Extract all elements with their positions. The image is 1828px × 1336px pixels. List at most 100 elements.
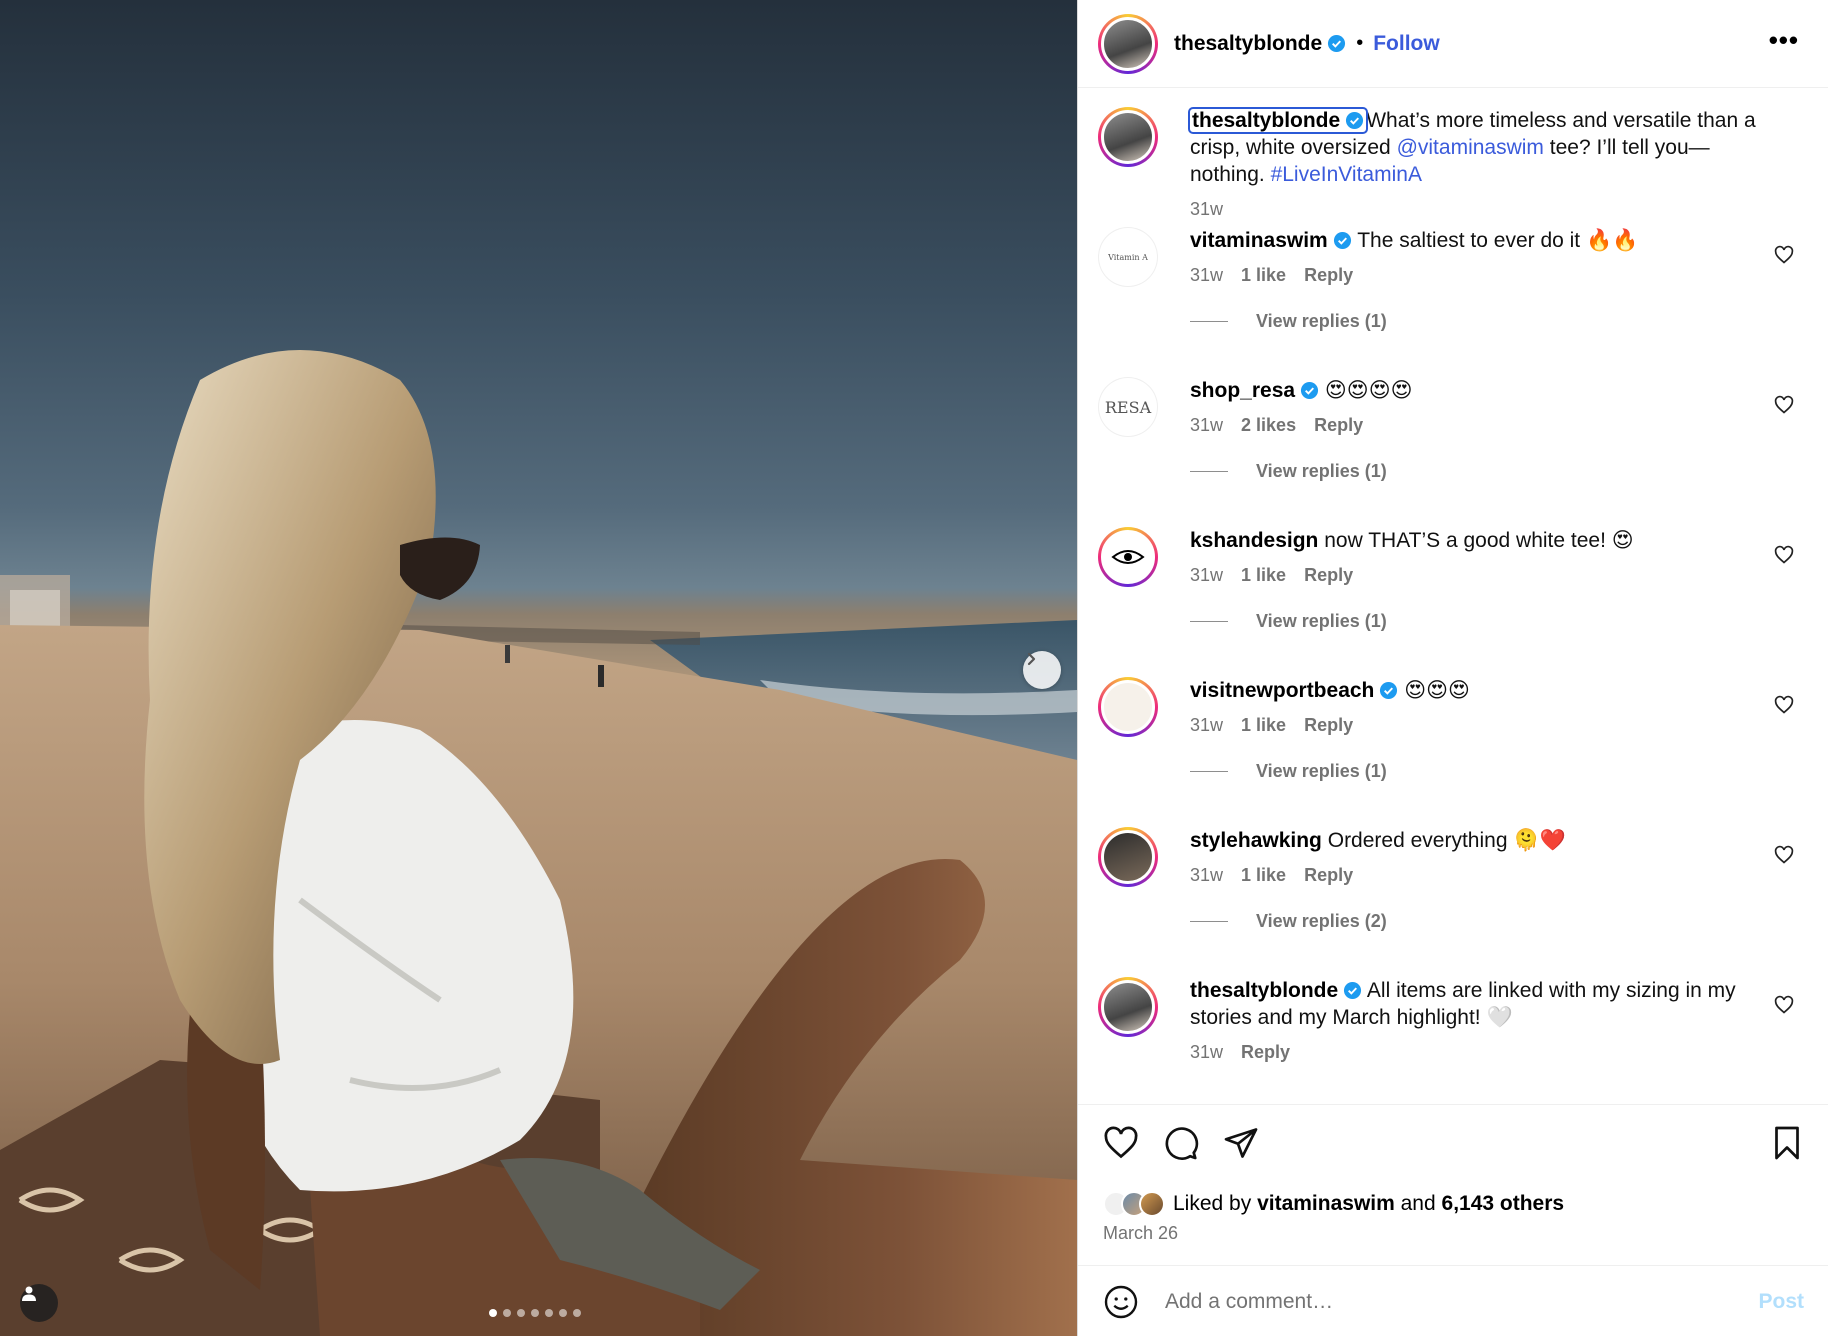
comment-text: 😍😍😍😍 xyxy=(1324,379,1413,402)
verified-badge-icon xyxy=(1333,231,1351,250)
like-heart-icon[interactable] xyxy=(1103,1125,1139,1161)
reply-button[interactable]: Reply xyxy=(1304,262,1353,289)
author-avatar[interactable] xyxy=(1098,13,1158,74)
verified-badge-icon xyxy=(1301,381,1319,400)
comment-input[interactable] xyxy=(1165,1289,1725,1314)
post-actions: Liked by vitaminaswim and 6,143 others M… xyxy=(1078,1104,1828,1336)
comment-likes[interactable]: 2 likes xyxy=(1241,412,1296,439)
liker-avatar xyxy=(1139,1191,1165,1217)
tagged-users-button[interactable] xyxy=(20,1284,58,1322)
commenter-avatar[interactable] xyxy=(1098,677,1158,737)
like-comment-heart-icon[interactable] xyxy=(1774,245,1794,265)
caption-mention-link[interactable]: @vitaminaswim xyxy=(1397,136,1544,159)
comments-list[interactable]: thesaltyblonde What’s more timeless and v… xyxy=(1078,89,1828,1104)
likes-count[interactable]: 6,143 others xyxy=(1442,1192,1565,1215)
carousel-dot xyxy=(517,1309,525,1317)
comment-time[interactable]: 31w xyxy=(1190,262,1223,289)
carousel-dot xyxy=(531,1309,539,1317)
caption-username[interactable]: thesaltyblonde xyxy=(1192,109,1340,132)
comment-likes[interactable]: 1 like xyxy=(1241,262,1286,289)
comment-likes[interactable]: 1 like xyxy=(1241,712,1286,739)
verified-badge-icon xyxy=(1346,111,1364,130)
caption-hashtag-link[interactable]: #LiveInVitaminA xyxy=(1271,163,1422,186)
like-comment-heart-icon[interactable] xyxy=(1774,995,1794,1015)
chevron-right-icon xyxy=(1027,652,1036,666)
carousel-dot xyxy=(489,1309,497,1317)
like-comment-heart-icon[interactable] xyxy=(1774,545,1794,565)
view-replies-button[interactable]: View replies (1) xyxy=(1190,311,1387,332)
commenter-avatar[interactable] xyxy=(1098,527,1158,587)
likes-summary[interactable]: Liked by vitaminaswim and 6,143 others xyxy=(1103,1191,1564,1217)
comment-time[interactable]: 31w xyxy=(1190,862,1223,889)
reply-button[interactable]: Reply xyxy=(1304,562,1353,589)
comment-time[interactable]: 31w xyxy=(1190,1039,1223,1066)
liked-by-label: Liked by xyxy=(1173,1192,1258,1215)
liked-and-label: and xyxy=(1394,1192,1442,1215)
comment-item: visitnewportbeach 😍😍😍 31w 1 like Reply V… xyxy=(1098,677,1798,807)
comment-username[interactable]: thesaltyblonde xyxy=(1190,979,1338,1002)
author-username[interactable]: thesaltyblonde xyxy=(1174,32,1322,56)
commenter-avatar[interactable] xyxy=(1098,827,1158,887)
verified-badge-icon xyxy=(1344,981,1362,1000)
like-comment-heart-icon[interactable] xyxy=(1774,395,1794,415)
add-comment-bar: Post xyxy=(1078,1265,1828,1336)
comment-username[interactable]: visitnewportbeach xyxy=(1190,679,1374,702)
comment-username[interactable]: kshandesign xyxy=(1190,529,1318,552)
commenter-avatar[interactable]: Vitamin A xyxy=(1098,227,1158,287)
author-avatar[interactable] xyxy=(1098,107,1158,167)
more-options-icon[interactable]: ••• xyxy=(1769,27,1799,53)
follow-button[interactable]: Follow xyxy=(1373,32,1440,56)
like-comment-heart-icon[interactable] xyxy=(1774,845,1794,865)
post-date[interactable]: March 26 xyxy=(1103,1223,1178,1244)
emoji-icon[interactable] xyxy=(1103,1284,1139,1320)
caption-time[interactable]: 31w xyxy=(1190,196,1223,223)
comment-likes[interactable]: 1 like xyxy=(1241,862,1286,889)
eye-logo-icon xyxy=(1111,550,1145,564)
separator-bullet: • xyxy=(1356,32,1364,54)
reply-button[interactable]: Reply xyxy=(1314,412,1363,439)
comment-item: kshandesign now THAT’S a good white tee!… xyxy=(1098,527,1798,657)
comment-text: now THAT’S a good white tee! 😍 xyxy=(1324,529,1634,552)
view-replies-button[interactable]: View replies (1) xyxy=(1190,761,1387,782)
reply-button[interactable]: Reply xyxy=(1304,862,1353,889)
post-comment-button[interactable]: Post xyxy=(1758,1290,1804,1314)
reply-button[interactable]: Reply xyxy=(1304,712,1353,739)
comment-item: stylehawking Ordered everything 🫠❤️ 31w … xyxy=(1098,827,1798,957)
carousel-dot xyxy=(545,1309,553,1317)
carousel-indicator xyxy=(489,1309,581,1317)
bookmark-icon[interactable] xyxy=(1771,1125,1803,1161)
commenter-avatar[interactable]: RESA xyxy=(1098,377,1158,437)
comment-likes[interactable]: 1 like xyxy=(1241,562,1286,589)
comment-item: RESA shop_resa 😍😍😍😍 31w 2 likes Reply Vi… xyxy=(1098,377,1798,507)
comment-text: Ordered everything 🫠❤️ xyxy=(1327,829,1566,852)
share-paper-plane-icon[interactable] xyxy=(1223,1125,1259,1161)
comment-time[interactable]: 31w xyxy=(1190,712,1223,739)
verified-badge-icon xyxy=(1380,681,1398,700)
carousel-dot xyxy=(559,1309,567,1317)
comment-item: Vitamin A vitaminaswim The saltiest to e… xyxy=(1098,227,1798,357)
carousel-next-button[interactable] xyxy=(1023,651,1061,689)
beach-photo-illustration xyxy=(0,350,1077,1336)
post-side-panel: thesaltyblonde • Follow ••• thesaltyblon… xyxy=(1077,0,1828,1336)
view-replies-button[interactable]: View replies (1) xyxy=(1190,611,1387,632)
view-replies-button[interactable]: View replies (2) xyxy=(1190,911,1387,932)
comment-time[interactable]: 31w xyxy=(1190,562,1223,589)
comment-username[interactable]: shop_resa xyxy=(1190,379,1295,402)
verified-badge-icon xyxy=(1328,34,1346,53)
comment-bubble-icon[interactable] xyxy=(1163,1125,1199,1161)
comment-username[interactable]: stylehawking xyxy=(1190,829,1322,852)
liked-by-user[interactable]: vitaminaswim xyxy=(1257,1192,1395,1215)
comment-time[interactable]: 31w xyxy=(1190,412,1223,439)
like-comment-heart-icon[interactable] xyxy=(1774,695,1794,715)
commenter-avatar[interactable] xyxy=(1098,977,1158,1037)
view-replies-button[interactable]: View replies (1) xyxy=(1190,461,1387,482)
post-photo[interactable] xyxy=(0,0,1077,1336)
user-icon xyxy=(22,1286,36,1301)
comment-text: 😍😍😍 xyxy=(1404,679,1470,702)
reply-button[interactable]: Reply xyxy=(1241,1039,1290,1066)
comment-text: The saltiest to ever do it 🔥🔥 xyxy=(1357,229,1639,252)
post-header: thesaltyblonde • Follow ••• xyxy=(1078,0,1828,88)
comment-username[interactable]: vitaminaswim xyxy=(1190,229,1328,252)
carousel-dot xyxy=(573,1309,581,1317)
carousel-dot xyxy=(503,1309,511,1317)
